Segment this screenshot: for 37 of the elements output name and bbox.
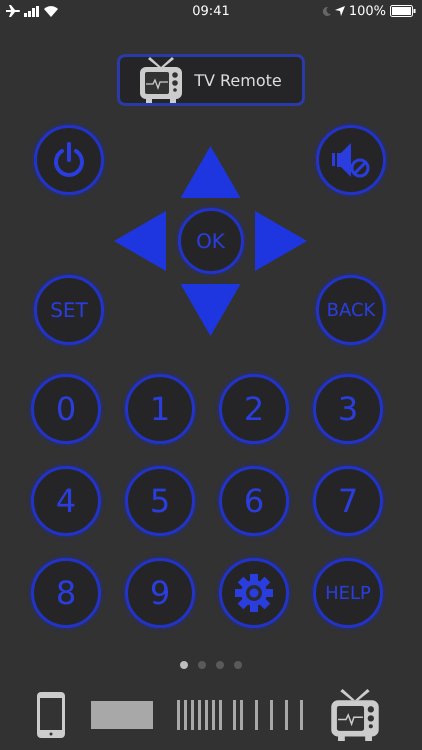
key-button[interactable]: 2 xyxy=(219,374,289,444)
battery-icon xyxy=(390,5,416,17)
power-icon xyxy=(52,142,86,178)
phone-icon[interactable] xyxy=(36,691,66,739)
status-time: 09:41 xyxy=(192,4,230,18)
rectangle-icon[interactable] xyxy=(90,701,153,729)
gear-icon xyxy=(234,573,274,613)
page-dot[interactable] xyxy=(234,661,242,669)
key-button[interactable]: 4 xyxy=(31,466,101,536)
key-button[interactable]: 6 xyxy=(219,466,289,536)
signal-icon xyxy=(24,6,40,16)
airplane-icon xyxy=(6,5,20,17)
moon-icon xyxy=(322,6,331,16)
muted-speaker-icon xyxy=(331,141,371,179)
key-button[interactable]: HELP xyxy=(313,558,383,628)
wifi-icon xyxy=(44,6,58,16)
page-dot[interactable] xyxy=(216,661,224,669)
key-button[interactable]: 0 xyxy=(31,374,101,444)
page-dot[interactable] xyxy=(180,661,188,669)
tv-remote-button[interactable]: TV Remote xyxy=(117,54,305,106)
page-dot[interactable] xyxy=(198,661,206,669)
tv-icon xyxy=(140,57,182,103)
location-icon xyxy=(334,6,345,16)
key-button[interactable]: 8 xyxy=(31,558,101,628)
mute-button[interactable] xyxy=(316,125,386,195)
key-button[interactable]: BACK xyxy=(316,275,386,345)
settings-button[interactable] xyxy=(219,558,289,628)
key-button[interactable]: 1 xyxy=(125,374,195,444)
ok-button[interactable]: OK xyxy=(178,208,244,274)
key-button[interactable]: 5 xyxy=(125,466,195,536)
power-button[interactable] xyxy=(34,125,104,195)
key-button[interactable]: 3 xyxy=(313,374,383,444)
battery-percent: 100% xyxy=(348,4,386,18)
barcode-icon[interactable] xyxy=(177,700,304,730)
key-button[interactable]: SET xyxy=(34,275,104,345)
key-button[interactable]: 7 xyxy=(313,466,383,536)
key-button[interactable]: 9 xyxy=(125,558,195,628)
